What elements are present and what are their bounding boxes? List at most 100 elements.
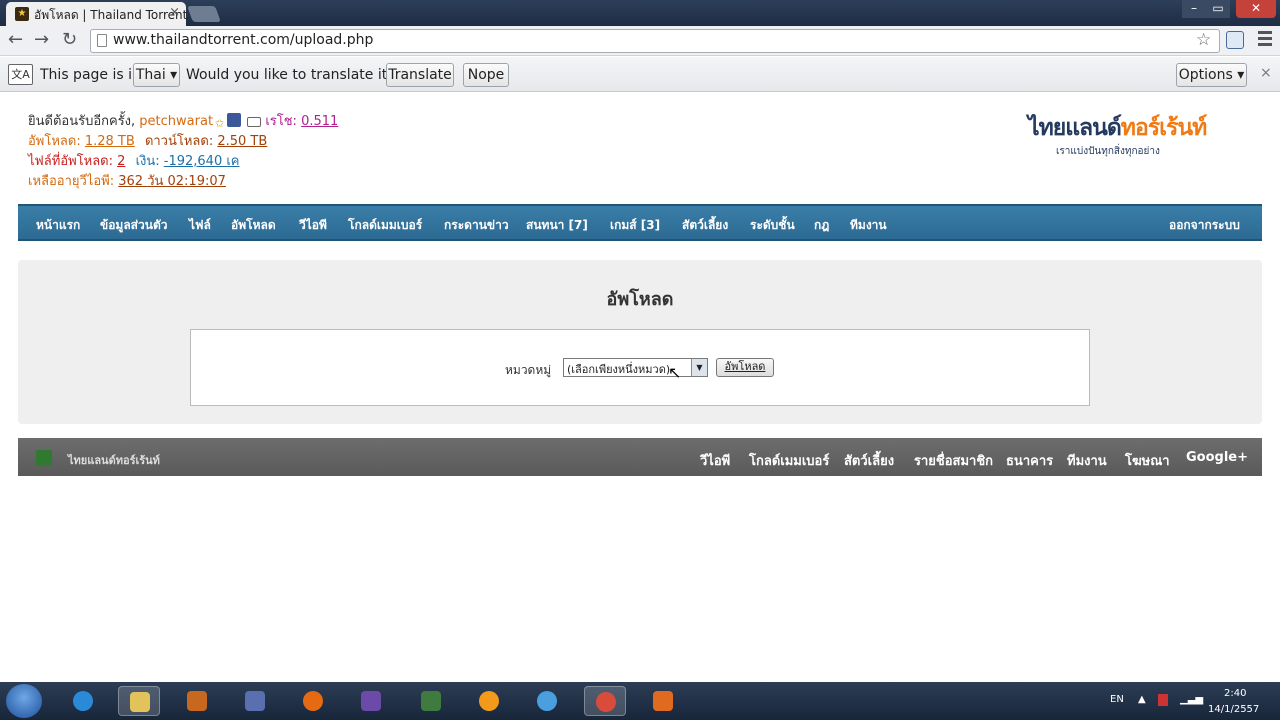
windows-start-button[interactable] <box>6 684 42 718</box>
site-logo[interactable]: ไทยแลนด์ทอร์เร้นท์ เราแบ่งปันทุกสิ่งทุกอ… <box>1028 110 1208 157</box>
ie-taskbar-icon[interactable] <box>62 686 104 716</box>
page-content: ยินดีต้อนรับอีกครั้ง, petchwarat ✩ เรโช: … <box>0 92 1280 682</box>
vip-label: เหลืออายุวีไอพี: <box>28 174 115 189</box>
footer-link-bank[interactable]: ธนาคาร <box>1006 450 1053 471</box>
nav-item-gold-member[interactable]: โกลด์เมมเบอร์ <box>348 216 422 235</box>
firefox-taskbar-icon[interactable] <box>292 686 334 716</box>
browser-toolbar: ← → ↻ www.thailandtorrent.com/upload.php… <box>0 26 1280 56</box>
translate-question-text: Would you like to translate it? <box>186 67 395 83</box>
extension-icon[interactable] <box>1226 31 1244 49</box>
language-select[interactable]: Thai ▾ <box>133 63 180 87</box>
translate-close-icon[interactable]: × <box>1260 65 1272 81</box>
tab-close-icon[interactable]: × <box>169 5 180 20</box>
terminal-taskbar-icon[interactable] <box>410 686 452 716</box>
vip-value[interactable]: 362 วัน 02:19:07 <box>118 174 226 189</box>
window-minimize-button[interactable]: – <box>1182 0 1206 18</box>
nav-item-levels[interactable]: ระดับชั้น <box>750 216 795 235</box>
nav-item-rules[interactable]: กฎ <box>814 216 829 235</box>
browser-tab-bar: ★ อัพโหลด | Thailand Torrent × – ▭ ✕ <box>0 0 1280 26</box>
tt-favicon-icon: ★ <box>15 7 29 21</box>
address-bar[interactable]: www.thailandtorrent.com/upload.php <box>90 29 1220 53</box>
upload-value[interactable]: 1.28 TB <box>85 134 135 149</box>
translate-icon: 文A <box>8 64 33 85</box>
translate-bar: 文A This page is in Thai ▾ Would you like… <box>0 57 1280 92</box>
clock-time[interactable]: 2:40 <box>1224 688 1246 699</box>
globe-taskbar-icon[interactable] <box>526 686 568 716</box>
window-maximize-button[interactable]: ▭ <box>1206 0 1230 18</box>
back-arrow-icon[interactable]: ← <box>8 30 23 50</box>
download-value[interactable]: 2.50 TB <box>217 134 267 149</box>
tray-flag-icon[interactable] <box>1158 694 1168 706</box>
chrome-taskbar-icon[interactable] <box>584 686 626 716</box>
category-select-value: (เลือกเพียงหนึ่งหมวด) <box>567 363 671 376</box>
signal-icon[interactable]: ▁▃▅ <box>1180 694 1203 705</box>
tab-title: อัพโหลด | Thailand Torrent <box>34 8 188 22</box>
options-button[interactable]: Options ▾ <box>1176 63 1247 87</box>
welcome-text: ยินดีต้อนรับอีกครั้ง, <box>28 114 136 129</box>
forward-arrow-icon[interactable]: → <box>34 30 49 50</box>
logo-tagline: เราแบ่งปันทุกสิ่งทุกอย่าง <box>1056 146 1160 157</box>
nav-item-profile[interactable]: ข้อมูลส่วนตัว <box>100 216 167 235</box>
system-tray: EN ▲ ▁▃▅ 2:40 14/1/2557 <box>1100 682 1280 720</box>
menu-icon[interactable] <box>1258 31 1272 49</box>
windows-taskbar: EN ▲ ▁▃▅ 2:40 14/1/2557 <box>0 682 1280 720</box>
footer-link-googleplus[interactable]: Google+ <box>1186 450 1248 465</box>
files-label: ไฟล์ที่อัพโหลด: <box>28 154 113 169</box>
translate-button[interactable]: Translate <box>386 63 454 87</box>
category-select[interactable]: (เลือกเพียงหนึ่งหมวด) ▼ <box>563 358 708 377</box>
files-value[interactable]: 2 <box>117 154 125 169</box>
money-value[interactable]: -192,640 เค <box>164 154 240 169</box>
tray-arrow-icon[interactable]: ▲ <box>1138 694 1146 705</box>
footer-link-members[interactable]: รายชื่อสมาชิก <box>914 450 993 471</box>
page-icon <box>97 34 107 47</box>
bookmark-star-icon[interactable]: ☆ <box>1196 30 1211 50</box>
language-indicator[interactable]: EN <box>1110 694 1124 705</box>
reload-icon[interactable]: ↻ <box>62 30 77 50</box>
page-title: อัพโหลด <box>606 289 674 310</box>
recorder-taskbar-icon[interactable] <box>642 686 684 716</box>
nav-item-home[interactable]: หน้าแรก <box>36 216 80 235</box>
app-taskbar-icon[interactable] <box>234 686 276 716</box>
logo-part1: ไทยแลนด์ <box>1028 115 1122 141</box>
footer-link-advertise[interactable]: โฆษณา <box>1125 450 1170 471</box>
footer-link-vip[interactable]: วีไอพี <box>700 450 730 471</box>
new-tab-button[interactable] <box>187 6 221 22</box>
site-footer-icon <box>36 450 52 466</box>
nav-item-chat[interactable]: สนทนา [7] <box>526 216 588 235</box>
nav-item-upload[interactable]: อัพโหลด <box>231 216 276 235</box>
nav-item-games[interactable]: เกมส์ [3] <box>610 216 660 235</box>
nav-item-vip[interactable]: วีไอพี <box>299 216 327 235</box>
footer-link-pets[interactable]: สัตว์เลี้ยง <box>844 450 894 471</box>
translate-intro-text: This page is in <box>40 67 141 83</box>
facebook-icon[interactable] <box>227 113 242 127</box>
window-close-button[interactable]: ✕ <box>1236 0 1276 18</box>
nope-button[interactable]: Nope <box>463 63 509 87</box>
money-label: เงิน: <box>135 154 160 169</box>
nav-item-team[interactable]: ทีมงาน <box>850 216 887 235</box>
username-link[interactable]: petchwarat <box>139 114 213 129</box>
upload-form: หมวดหมู่ (เลือกเพียงหนึ่งหมวด) ▼ ↖ อัพโห… <box>190 329 1090 406</box>
footer-link-team[interactable]: ทีมงาน <box>1067 450 1107 471</box>
explorer-taskbar-icon[interactable] <box>118 686 160 716</box>
footer-site-name: ไทยแลนด์ทอร์เร้นท์ <box>68 454 160 467</box>
footer-bar: ไทยแลนด์ทอร์เร้นท์ วีไอพี โกลด์เมมเบอร์ … <box>18 438 1262 476</box>
nav-item-files[interactable]: ไฟล์ <box>189 216 211 235</box>
url-text: www.thailandtorrent.com/upload.php <box>113 32 374 48</box>
user-info: ยินดีต้อนรับอีกครั้ง, petchwarat ✩ เรโช: … <box>28 112 338 192</box>
nav-item-pets[interactable]: สัตว์เลี้ยง <box>682 216 728 235</box>
nav-item-logout[interactable]: ออกจากระบบ <box>1169 216 1240 235</box>
visualstudio-taskbar-icon[interactable] <box>350 686 392 716</box>
category-label: หมวดหมู่ <box>505 363 552 377</box>
ratio-value[interactable]: 0.511 <box>301 114 338 129</box>
upload-submit-button[interactable]: อัพโหลด <box>716 358 774 377</box>
main-nav: หน้าแรก ข้อมูลส่วนตัว ไฟล์ อัพโหลด วีไอพ… <box>18 204 1262 241</box>
browser-tab[interactable]: ★ อัพโหลด | Thailand Torrent × <box>6 2 188 26</box>
orange-app-taskbar-icon[interactable] <box>468 686 510 716</box>
chevron-down-icon[interactable]: ▼ <box>691 359 707 376</box>
media-taskbar-icon[interactable] <box>176 686 218 716</box>
footer-link-gold-member[interactable]: โกลด์เมมเบอร์ <box>749 450 829 471</box>
mail-icon[interactable] <box>247 117 262 127</box>
ratio-label: เรโช: <box>265 114 297 129</box>
nav-item-forum[interactable]: กระดานข่าว <box>444 216 509 235</box>
clock-date[interactable]: 14/1/2557 <box>1208 704 1259 715</box>
